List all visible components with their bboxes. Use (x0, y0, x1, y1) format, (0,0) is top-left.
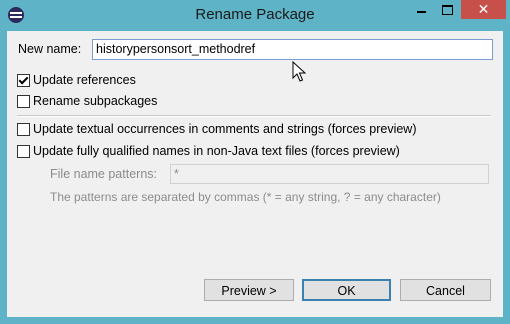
mouse-cursor-icon (292, 61, 306, 82)
rename-subpackages-label: Rename subpackages (33, 94, 158, 108)
new-name-label: New name: (18, 42, 82, 56)
minimize-button[interactable] (408, 0, 434, 20)
patterns-hint: The patterns are separated by commas (* … (50, 190, 441, 204)
update-textual-checkbox[interactable] (17, 122, 30, 136)
dialog-body: New name: Update references Rename subpa… (7, 31, 503, 317)
close-button[interactable]: ✕ (461, 0, 506, 19)
rename-package-dialog: Rename Package ✕ New name: Update refere… (0, 0, 510, 324)
update-references-option[interactable]: Update references (17, 73, 136, 87)
maximize-icon (441, 5, 453, 15)
rename-subpackages-option[interactable]: Rename subpackages (17, 94, 157, 108)
update-qualified-label: Update fully qualified names in non-Java… (33, 144, 400, 158)
update-references-checkbox[interactable] (17, 73, 30, 87)
update-textual-label: Update textual occurrences in comments a… (33, 122, 417, 136)
preview-button[interactable]: Preview > (204, 279, 294, 301)
maximize-button[interactable] (434, 0, 460, 20)
file-patterns-input[interactable] (170, 164, 489, 184)
rename-subpackages-checkbox[interactable] (17, 94, 30, 108)
close-icon: ✕ (477, 1, 490, 17)
update-qualified-option[interactable]: Update fully qualified names in non-Java… (17, 144, 400, 158)
cancel-button[interactable]: Cancel (400, 279, 491, 301)
minimize-icon (416, 11, 426, 13)
separator (17, 115, 491, 117)
title-bar[interactable]: Rename Package ✕ (0, 0, 510, 30)
update-textual-option[interactable]: Update textual occurrences in comments a… (17, 122, 417, 136)
new-name-input[interactable] (92, 39, 493, 60)
ok-button[interactable]: OK (302, 279, 391, 301)
update-qualified-checkbox[interactable] (17, 144, 30, 158)
file-patterns-label: File name patterns: (50, 167, 157, 181)
update-references-label: Update references (33, 73, 136, 87)
